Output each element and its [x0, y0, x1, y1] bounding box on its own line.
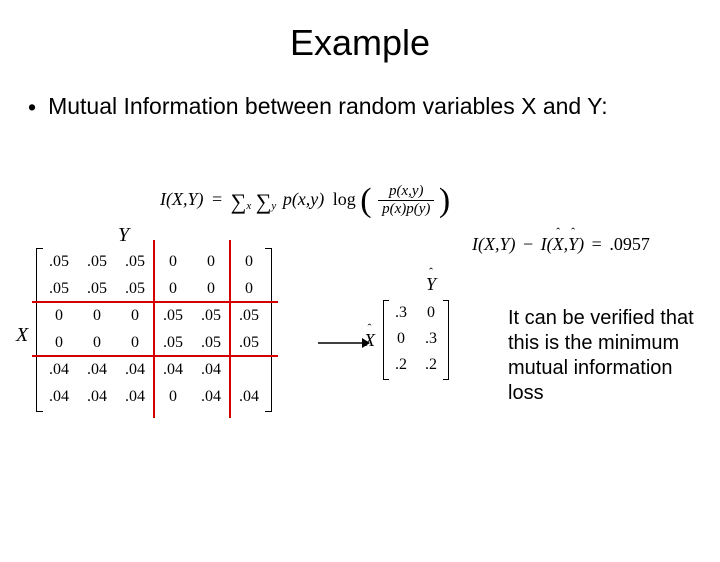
res-val: .0957 [609, 234, 650, 254]
bullet-item: • Mutual Information between random vari… [28, 92, 720, 121]
cell: 0 [116, 329, 154, 356]
res-eq: = [592, 234, 602, 254]
sum-y: ∑ [256, 189, 272, 214]
rparen: ) [439, 182, 450, 219]
res-minus: − [523, 234, 533, 254]
cell: .04 [192, 356, 230, 383]
mi-formula: I(X,Y) = ∑x ∑y p(x,y) log ( p(x,y) p(x)p… [160, 176, 450, 218]
cell: .05 [116, 248, 154, 275]
frac-num: p(x,y) [378, 183, 434, 201]
red-vline-1 [153, 240, 155, 418]
cell: 0 [192, 275, 230, 302]
lparen: ( [360, 182, 371, 219]
big-matrix: Y X .05.05.05000 .05.05.05000 000.05.05.… [40, 248, 268, 415]
cell: .04 [116, 356, 154, 383]
big-matrix-xlabel: X [16, 324, 28, 347]
red-vline-2 [229, 240, 231, 418]
formula-eq: = [212, 189, 222, 209]
cell: .04 [154, 356, 192, 383]
cell: .3 [416, 326, 446, 352]
diagram-area: Y X .05.05.05000 .05.05.05000 000.05.05.… [18, 220, 702, 480]
cell [230, 356, 268, 383]
cell: .04 [40, 356, 78, 383]
small-matrix-xlabel: ˆX [364, 330, 375, 351]
cell: 0 [40, 329, 78, 356]
cell: .05 [192, 302, 230, 329]
cell: .05 [154, 329, 192, 356]
formula-log: log [333, 189, 356, 209]
cell: 0 [116, 302, 154, 329]
small-matrix: ˆY ˆX .30 0.3 .2.2 [386, 300, 446, 383]
cell: .05 [230, 329, 268, 356]
cell: 0 [78, 329, 116, 356]
small-matrix-lbracket [383, 300, 389, 380]
small-matrix-table: .30 0.3 .2.2 [386, 300, 446, 378]
cell: .04 [116, 383, 154, 410]
cell: 0 [192, 248, 230, 275]
res-lhs2: I(ˆX,ˆY) [541, 234, 585, 254]
sum-x-sub: x [246, 200, 251, 212]
cell: .04 [78, 356, 116, 383]
caption-text: It can be verified that this is the mini… [508, 306, 708, 406]
cell: 0 [78, 302, 116, 329]
frac-den: p(x)p(y) [378, 201, 434, 218]
cell: 0 [230, 275, 268, 302]
cell: .05 [78, 248, 116, 275]
small-matrix-ylabel: ˆY [426, 274, 436, 295]
cell: .05 [192, 329, 230, 356]
result-equation: I(X,Y) − I(ˆX,ˆY) = .0957 [472, 234, 650, 255]
cell: .05 [230, 302, 268, 329]
cell: 0 [154, 383, 192, 410]
formula-pxy: p(x,y) [283, 189, 324, 209]
big-matrix-lbracket [36, 248, 43, 412]
big-matrix-ylabel: Y [118, 224, 129, 247]
cell: 0 [386, 326, 416, 352]
formula-lhs: I(X,Y) [160, 189, 204, 209]
cell: .05 [154, 302, 192, 329]
slide-title: Example [0, 22, 720, 64]
cell: .3 [386, 300, 416, 326]
big-matrix-rbracket [265, 248, 272, 412]
red-hline-1 [32, 301, 278, 303]
cell: 0 [416, 300, 446, 326]
sum-x: ∑ [231, 189, 247, 214]
cell: 0 [40, 302, 78, 329]
sum-y-sub: y [271, 200, 276, 212]
arrow-icon [318, 336, 366, 338]
cell: .2 [386, 352, 416, 378]
cell: .05 [78, 275, 116, 302]
cell: .05 [40, 275, 78, 302]
cell: 0 [230, 248, 268, 275]
red-hline-2 [32, 355, 278, 357]
cell: .04 [40, 383, 78, 410]
cell: .04 [78, 383, 116, 410]
cell: .04 [192, 383, 230, 410]
formula-fraction: p(x,y) p(x)p(y) [378, 183, 434, 218]
bullet-dot: • [28, 94, 36, 121]
cell: 0 [154, 248, 192, 275]
cell: .04 [230, 383, 268, 410]
small-matrix-rbracket [443, 300, 449, 380]
cell: 0 [154, 275, 192, 302]
cell: .05 [40, 248, 78, 275]
res-lhs1: I(X,Y) [472, 234, 516, 254]
cell: .05 [116, 275, 154, 302]
bullet-text: Mutual Information between random variab… [48, 92, 608, 121]
cell: .2 [416, 352, 446, 378]
